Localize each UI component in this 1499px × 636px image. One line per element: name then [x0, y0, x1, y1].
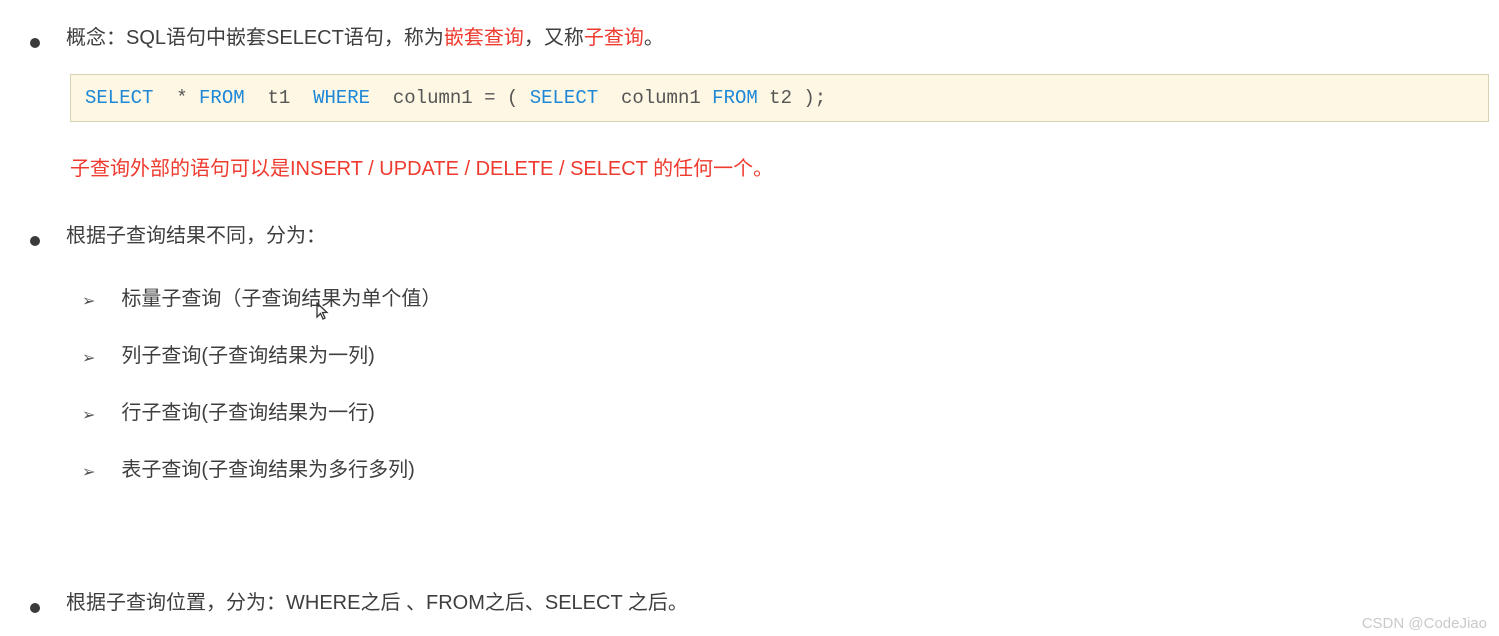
concept-mid: ，又称: [524, 27, 584, 49]
list-item: ➢ 行子查询(子查询结果为一行): [10, 396, 1489, 425]
subitem-column: 列子查询(子查询结果为一列): [121, 339, 374, 368]
bullet-dot-icon: [30, 38, 40, 48]
arrow-icon: ➢: [82, 348, 95, 368]
bullet-concept-text: 概念：SQL语句中嵌套SELECT语句，称为嵌套查询，又称子查询。: [66, 21, 664, 50]
bullet-dot-icon: [30, 236, 40, 246]
kw-from: FROM: [199, 87, 245, 109]
code-col1: column1 = (: [370, 87, 530, 109]
kw-where: WHERE: [313, 87, 370, 109]
code-t2: t2 );: [758, 87, 826, 109]
bullet-concept: 概念：SQL语句中嵌套SELECT语句，称为嵌套查询，又称子查询。: [10, 21, 1489, 50]
bullet-result-types-text: 根据子查询结果不同，分为：: [66, 219, 326, 248]
code-col2: column1: [598, 87, 712, 109]
watermark: CSDN @CodeJiao: [1362, 615, 1487, 632]
sql-code-block: SELECT * FROM t1 WHERE column1 = ( SELEC…: [70, 74, 1489, 122]
list-item: ➢ 表子查询(子查询结果为多行多列): [10, 453, 1489, 482]
bullet-result-types: 根据子查询结果不同，分为：: [10, 219, 1489, 248]
arrow-icon: ➢: [82, 405, 95, 425]
kw-select: SELECT: [85, 87, 153, 109]
code-star: *: [153, 87, 199, 109]
bullet-position: 根据子查询位置，分为：WHERE之后 、FROM之后、SELECT 之后。: [10, 586, 1489, 615]
list-item: ➢ 列子查询(子查询结果为一列): [10, 339, 1489, 368]
subitem-scalar: 标量子查询（子查询结果为单个值）: [121, 282, 441, 311]
list-item: ➢ 标量子查询（子查询结果为单个值）: [10, 282, 1489, 311]
concept-hl2: 子查询: [584, 27, 644, 49]
arrow-icon: ➢: [82, 462, 95, 482]
subitem-table: 表子查询(子查询结果为多行多列): [121, 453, 414, 482]
kw-select-inner: SELECT: [530, 87, 598, 109]
concept-prefix: 概念：SQL语句中嵌套SELECT语句，称为: [66, 27, 444, 49]
arrow-icon: ➢: [82, 291, 95, 311]
code-t1: t1: [245, 87, 313, 109]
bullet-position-text: 根据子查询位置，分为：WHERE之后 、FROM之后、SELECT 之后。: [66, 586, 688, 615]
bullet-dot-icon: [30, 603, 40, 613]
concept-suffix: 。: [644, 27, 664, 49]
concept-hl1: 嵌套查询: [444, 27, 524, 49]
red-note: 子查询外部的语句可以是INSERT / UPDATE / DELETE / SE…: [70, 152, 1489, 181]
kw-from-inner: FROM: [712, 87, 758, 109]
subitem-row: 行子查询(子查询结果为一行): [121, 396, 374, 425]
